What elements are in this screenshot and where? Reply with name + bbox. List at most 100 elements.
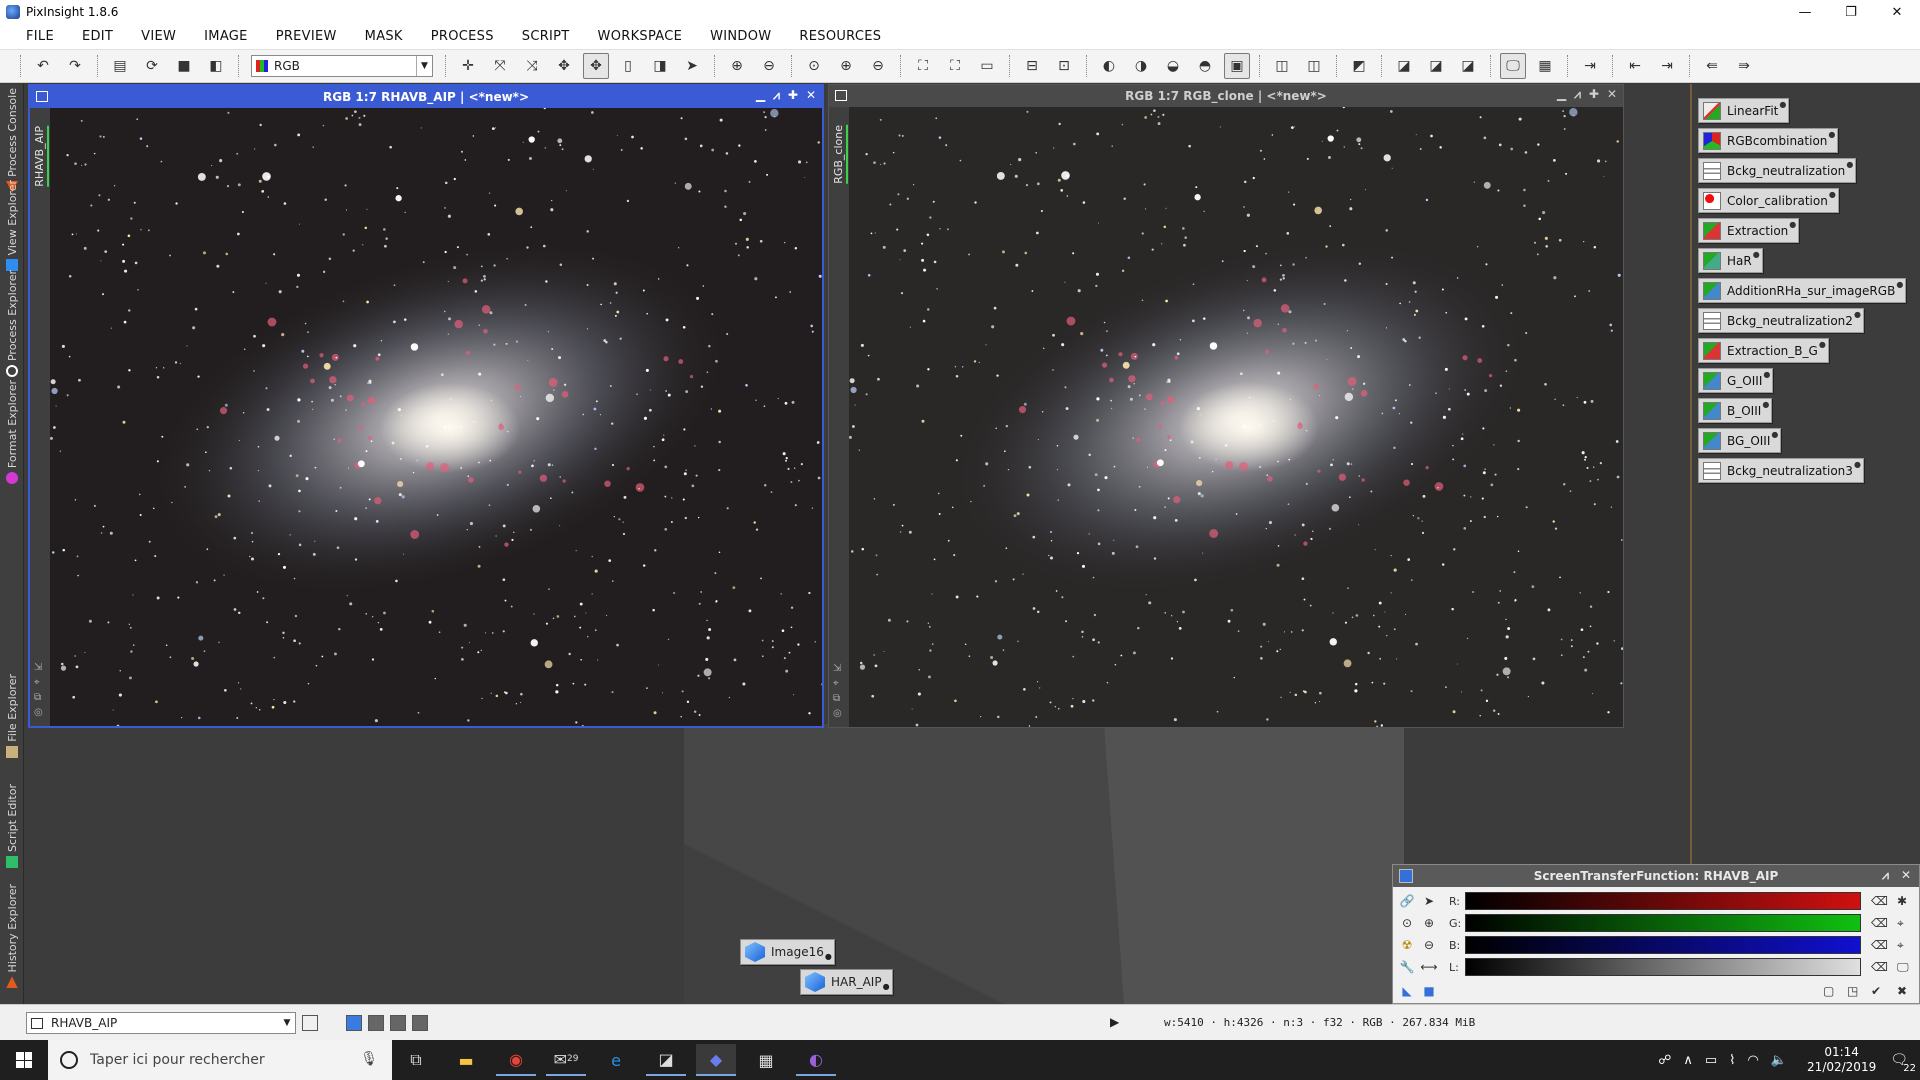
channel-select[interactable]: RGB ▼ — [251, 55, 433, 77]
file-explorer-icon[interactable]: ▬ — [446, 1044, 486, 1076]
stf-auto-icon[interactable]: ⇥ — [1577, 53, 1603, 79]
zoom-in-icon[interactable]: ⊕ — [1421, 915, 1437, 931]
crosshair-icon[interactable]: ⌖ — [1897, 938, 1904, 953]
process-icon-g-oiii[interactable]: G_OIII ● — [1698, 368, 1774, 393]
move-mode-icon[interactable]: ✥ — [583, 53, 609, 79]
redo-icon[interactable]: ↷ — [62, 53, 88, 79]
minimized-image-har-aip[interactable]: HAR_AIP ● — [800, 969, 893, 995]
tab-file-explorer[interactable]: File Explorer — [0, 674, 24, 758]
menu-file[interactable]: FILE — [12, 29, 68, 44]
mask-show-icon[interactable]: ▣ — [1224, 53, 1250, 79]
menu-mask[interactable]: MASK — [351, 29, 417, 44]
edit-mode-icon[interactable]: ➤ — [1421, 893, 1437, 909]
task-view-icon[interactable]: ⧉ — [396, 1044, 436, 1076]
process-icon-extraction-b-g[interactable]: Extraction_B_G ● — [1698, 338, 1829, 363]
zoom-in-2-icon[interactable]: ⊕ — [833, 53, 859, 79]
reset-icon[interactable]: ⌫ — [1871, 894, 1888, 908]
channel-g-button[interactable] — [390, 1015, 406, 1031]
view-id-tab[interactable]: RGB_clone — [832, 125, 848, 184]
zoom-1-1-icon[interactable]: ⊙ — [801, 53, 827, 79]
process-icon-bckg-neutralization[interactable]: Bckg_neutralization ● — [1698, 158, 1857, 183]
view-select[interactable]: RHAVB_AIP ▼ — [26, 1012, 296, 1034]
image-window-titlebar[interactable]: RGB 1:7 RGB_clone | <*new*> ▁ ⩘ ✚ ✕ — [829, 85, 1623, 107]
network-icon[interactable]: ⌇ — [1729, 1053, 1735, 1068]
tab-history-explorer[interactable]: History Explorer — [0, 884, 24, 989]
notepad-icon[interactable]: ◪ — [646, 1044, 686, 1076]
edit-preview-icon[interactable]: ◨ — [647, 53, 673, 79]
image-canvas[interactable] — [50, 108, 822, 726]
mask-enable-icon[interactable]: ◐ — [1096, 53, 1122, 79]
process-icon-bckg-neutralization3[interactable]: Bckg_neutralization3 ● — [1698, 458, 1864, 483]
crosshair-icon[interactable]: ⌖ — [1897, 916, 1904, 931]
view-tool-icon[interactable]: ⇲ — [833, 663, 842, 674]
new-instance-icon[interactable]: ◣ — [1399, 983, 1415, 999]
workspace-right-icon[interactable]: ⇛ — [1731, 53, 1757, 79]
apply-global-icon[interactable]: ■ — [1421, 983, 1437, 999]
close-icon[interactable]: ✕ — [806, 88, 816, 103]
process-icon-extraction[interactable]: Extraction ● — [1698, 218, 1800, 243]
process-icon-rgbcombination[interactable]: RGBcombination ● — [1698, 128, 1839, 153]
people-icon[interactable]: ☍ — [1658, 1053, 1671, 1068]
display-target-icon[interactable]: ⇥ — [1654, 53, 1680, 79]
reset-icon[interactable]: ⌫ — [1871, 916, 1888, 930]
stf-slider-lightness[interactable] — [1465, 958, 1861, 976]
show-hidden-icon[interactable]: ∧ — [1683, 1053, 1693, 1068]
tab-process-explorer[interactable]: Process Explorer — [0, 270, 24, 378]
mail-icon[interactable]: ✉ 29 — [546, 1044, 586, 1076]
pan-mode-icon[interactable]: ✥ — [551, 53, 577, 79]
clone-image-icon[interactable]: ◧ — [203, 53, 229, 79]
tab-format-explorer[interactable]: Format Explorer — [0, 380, 24, 485]
volume-icon[interactable]: 🔈 — [1771, 1053, 1787, 1068]
process-icon-b-oiii[interactable]: B_OIII ● — [1698, 398, 1773, 423]
view-tool-icon[interactable]: ⧉ — [833, 693, 842, 704]
preview-delete-icon[interactable]: ◫ — [1301, 53, 1327, 79]
track-view-icon[interactable]: ◳ — [1847, 984, 1858, 998]
cascade-icon[interactable]: ⊡ — [1051, 53, 1077, 79]
shade-icon[interactable]: ⩘ — [773, 88, 780, 103]
reset-all-icon[interactable]: ✖ — [1897, 984, 1907, 998]
notification-icon[interactable]: 🗨 22 — [1890, 1052, 1916, 1074]
apply-icon[interactable]: ✔ — [1871, 984, 1881, 998]
zoom-out-icon[interactable]: ⊖ — [756, 53, 782, 79]
channel-b-button[interactable] — [412, 1015, 428, 1031]
menu-preview[interactable]: PREVIEW — [262, 29, 351, 44]
play-icon[interactable]: ▶ — [1110, 1015, 1119, 1029]
close-icon[interactable]: ✕ — [1901, 868, 1911, 883]
restore-button[interactable]: ❐ — [1828, 0, 1874, 24]
refresh-view-icon[interactable]: ⟳ — [139, 53, 165, 79]
tab-script-editor[interactable]: Script Editor — [0, 784, 24, 868]
process-icon-linearfit[interactable]: LinearFit ● — [1698, 98, 1790, 123]
stellarium-icon[interactable]: ◐ — [796, 1044, 836, 1076]
menu-workspace[interactable]: WORKSPACE — [584, 29, 697, 44]
process-icon-har[interactable]: HaR ● — [1698, 248, 1763, 273]
minimize-icon[interactable]: ▁ — [1557, 87, 1566, 102]
close-icon[interactable]: ✕ — [1607, 87, 1617, 102]
shade-icon[interactable]: ⩘ — [1882, 868, 1889, 883]
fit-all-icon[interactable]: ⛶ — [942, 53, 968, 79]
channel-r-button[interactable] — [368, 1015, 384, 1031]
battery-icon[interactable]: ▭ — [1705, 1053, 1717, 1068]
view-tool-icon[interactable]: ⇲ — [34, 662, 43, 673]
mask-invert-icon[interactable]: ◒ — [1160, 53, 1186, 79]
maximize-icon[interactable]: ✚ — [1589, 87, 1599, 102]
view-tool-icon[interactable]: ⧉ — [34, 692, 43, 703]
view-tool-icon[interactable]: ◎ — [34, 707, 43, 718]
chrome-icon[interactable]: ◉ — [496, 1044, 536, 1076]
wifi-icon[interactable]: ◠ — [1748, 1053, 1759, 1068]
preview-swap-icon[interactable]: ◪ — [1423, 53, 1449, 79]
full-screen-icon[interactable]: ▭ — [974, 53, 1000, 79]
zoom-in-icon[interactable]: ⊕ — [724, 53, 750, 79]
process-icon-bg-oiii[interactable]: BG_OIII ● — [1698, 428, 1782, 453]
pointer-icon[interactable]: ➤ — [679, 53, 705, 79]
zoom-out-icon[interactable]: ⊖ — [1421, 937, 1437, 953]
image-window-rhavb-aip[interactable]: RGB 1:7 RHAVB_AIP | <*new*> ▁ ⩘ ✚ ✕ RHAV… — [28, 84, 824, 728]
maximize-icon[interactable]: ✚ — [788, 88, 798, 103]
mask-select-icon[interactable]: ◑ — [1128, 53, 1154, 79]
stf-titlebar[interactable]: ScreenTransferFunction: RHAVB_AIP ⩘ ✕ — [1393, 865, 1919, 887]
taskbar-search[interactable]: Taper ici pour rechercher 🎙 — [48, 1040, 392, 1080]
menu-process[interactable]: PROCESS — [417, 29, 508, 44]
calculator-icon[interactable]: ▦ — [746, 1044, 786, 1076]
process-icon-bckg-neutralization2[interactable]: Bckg_neutralization2 ● — [1698, 308, 1864, 333]
stf-enable-icon[interactable]: 🖵 — [1500, 53, 1526, 79]
horizontal-arrows-icon[interactable]: ⟷ — [1420, 959, 1437, 975]
